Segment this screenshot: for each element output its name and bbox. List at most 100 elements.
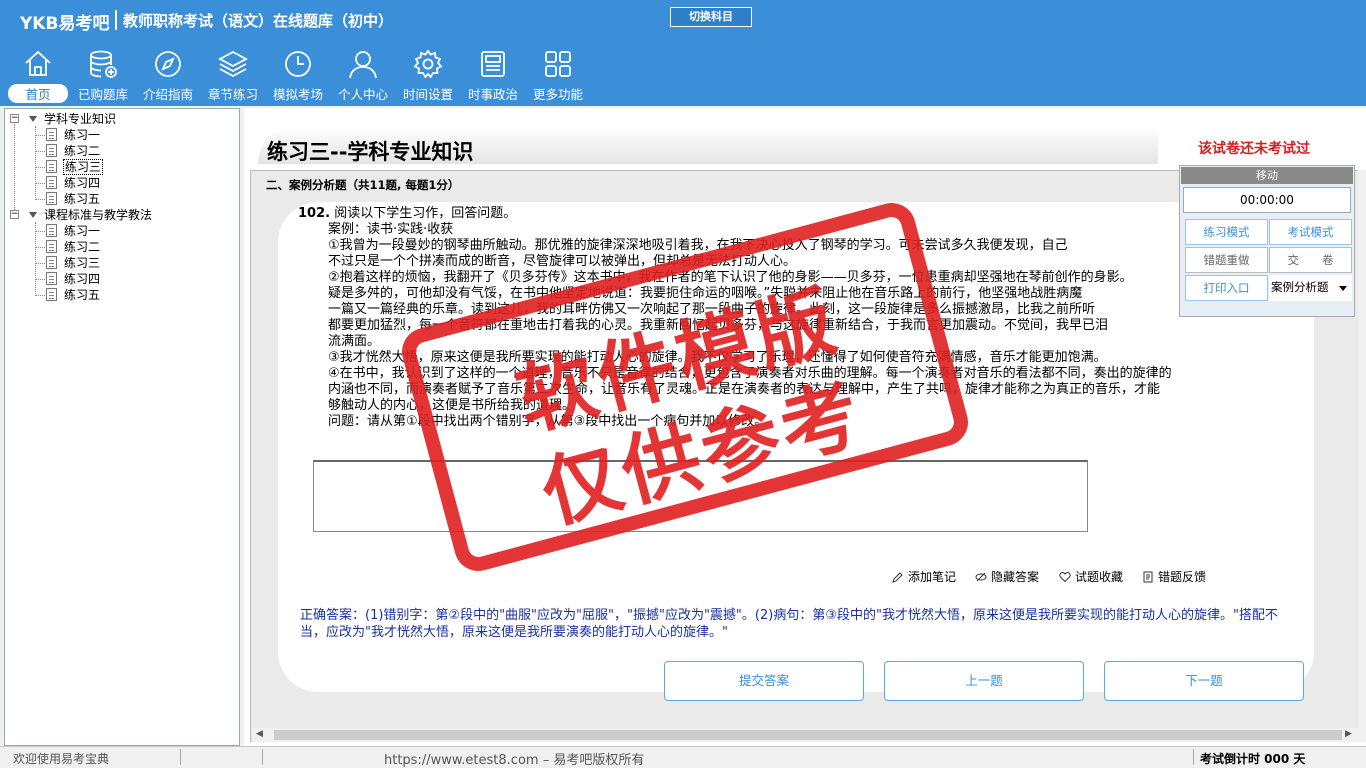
document-edit-icon [46,160,57,173]
nav-home[interactable]: 首页 [8,48,68,104]
status-url: https://www.etest8.com – 易考吧版权所有 [384,753,645,768]
nav-more-functions[interactable]: 更多功能 [529,48,587,104]
nav-mock-exam[interactable]: 模拟考场 [269,48,327,104]
scrollbar-thumb[interactable] [274,730,1342,740]
chevron-down-icon [1339,286,1347,291]
tree-connector [35,126,36,200]
nav-user-center[interactable]: 个人中心 [334,48,392,104]
folder-expanded-icon [29,116,37,122]
scroll-right-arrow-icon[interactable]: ▶ [1345,729,1352,739]
tree-item-practice-3[interactable]: 练习三 [64,255,100,271]
tree-item-label: 练习五 [64,192,101,206]
error-feedback-button[interactable]: 错题反馈 [1142,568,1206,585]
tree-collapse-toggle[interactable]: − [10,114,19,123]
heart-icon [1059,571,1071,583]
tree-connector [35,231,45,232]
add-note-label: 添加笔记 [908,570,957,584]
folder-expanded-icon [29,212,37,218]
correct-answer: 正确答案：(1)错别字：第②段中的"曲服"应改为"屈服"，"振撼"应改为"震撼"… [300,608,1278,640]
vertical-scrollbar[interactable] [1358,170,1366,742]
tree-item-practice-3[interactable]: 练习三 [63,159,104,175]
nav-time-settings[interactable]: 时间设置 [399,48,457,104]
switch-subject-button[interactable]: 切换科目 [670,7,752,27]
question-type-value: 案例分析题 [1271,280,1329,294]
tree-connector [35,199,45,200]
nav-label: 时间设置 [402,87,453,102]
hide-answer-button[interactable]: 隐藏答案 [975,568,1039,585]
nav-label: 首页 [8,84,68,103]
document-icon [46,288,57,301]
status-divider [1193,749,1194,765]
tree-group-label: 课程标准与教学教法 [44,208,153,222]
tree-connector [35,151,45,152]
tree-item-practice-4[interactable]: 练习四 [64,175,100,191]
tree-connector [35,135,45,136]
scroll-left-arrow-icon[interactable]: ◀ [256,729,263,739]
exam-timer: 00:00:00 [1183,187,1351,213]
question-prompt-line: 102. 阅读以下学生习作，回答问题。 [298,206,1266,222]
tree-item-practice-2[interactable]: 练习二 [64,239,100,255]
document-icon [46,256,57,269]
error-feedback-label: 错题反馈 [1158,570,1207,584]
document-icon [46,144,57,157]
database-add-icon [87,48,119,80]
tree-connector [35,183,45,184]
document-icon [46,128,57,141]
tree-connector [14,124,15,216]
tree-connector [35,222,36,296]
user-icon [347,48,379,80]
redo-wrong-button[interactable]: 错题重做 [1185,247,1268,273]
tree-item-label: 练习一 [64,128,101,142]
tree-connector [35,167,45,168]
next-question-button[interactable]: 下一题 [1104,661,1304,701]
tree-item-practice-1[interactable]: 练习一 [64,223,100,239]
exam-title: 练习三--学科专业知识 [267,140,474,164]
document-icon [46,240,57,253]
exam-countdown: 考试倒计时 000 天 [1200,752,1306,766]
exam-mode-button[interactable]: 考试模式 [1269,219,1352,245]
document-icon [46,224,57,237]
favorite-button[interactable]: 试题收藏 [1059,568,1123,585]
tree-item-practice-4[interactable]: 练习四 [64,271,100,287]
question-type-select[interactable]: 案例分析题 [1269,275,1352,301]
tree-item-label: 练习三 [64,256,101,270]
nav-chapter-practice[interactable]: 章节练习 [204,48,262,104]
newspaper-icon [477,48,509,80]
tree-group-subject-knowledge[interactable]: 学科专业知识 [44,111,116,127]
document-icon [46,176,57,189]
tree-item-practice-2[interactable]: 练习二 [64,143,100,159]
nav-label: 时事政治 [467,87,518,102]
submit-paper-button[interactable]: 交 卷 [1269,247,1352,273]
tree-item-label-selected: 练习三 [63,159,104,175]
tree-item-practice-5[interactable]: 练习五 [64,191,100,207]
tree-connector [35,247,45,248]
print-button[interactable]: 打印入口 [1185,275,1268,301]
tree-item-practice-1[interactable]: 练习一 [64,127,100,143]
panel-move-handle[interactable]: 移动 [1181,167,1353,184]
header-divider [115,10,117,30]
compass-icon [152,48,184,80]
practice-mode-button[interactable]: 练习模式 [1185,219,1268,245]
tree-item-label: 练习一 [64,224,101,238]
tree-group-curriculum[interactable]: 课程标准与教学教法 [44,207,152,223]
tree-item-practice-5[interactable]: 练习五 [64,287,100,303]
status-divider [180,749,181,765]
nav-guide[interactable]: 介绍指南 [139,48,197,104]
submit-answer-button[interactable]: 提交答案 [664,661,864,701]
home-icon [22,48,54,80]
gear-icon [412,48,444,80]
previous-question-button[interactable]: 上一题 [884,661,1084,701]
question-number: 102. [298,206,331,221]
app-logo: YKB易考吧 [20,14,110,34]
tree-connector [35,263,45,264]
add-note-button[interactable]: 添加笔记 [892,568,956,585]
nav-current-affairs[interactable]: 时事政治 [464,48,522,104]
nav-purchased[interactable]: 已购题库 [74,48,132,104]
tree-item-label: 练习二 [64,240,101,254]
tree-item-label: 练习四 [64,176,101,190]
clock-icon [282,48,314,80]
eye-off-icon [975,572,987,582]
document-icon [46,272,57,285]
tree-collapse-toggle[interactable]: − [10,210,19,219]
report-icon [1143,571,1153,583]
